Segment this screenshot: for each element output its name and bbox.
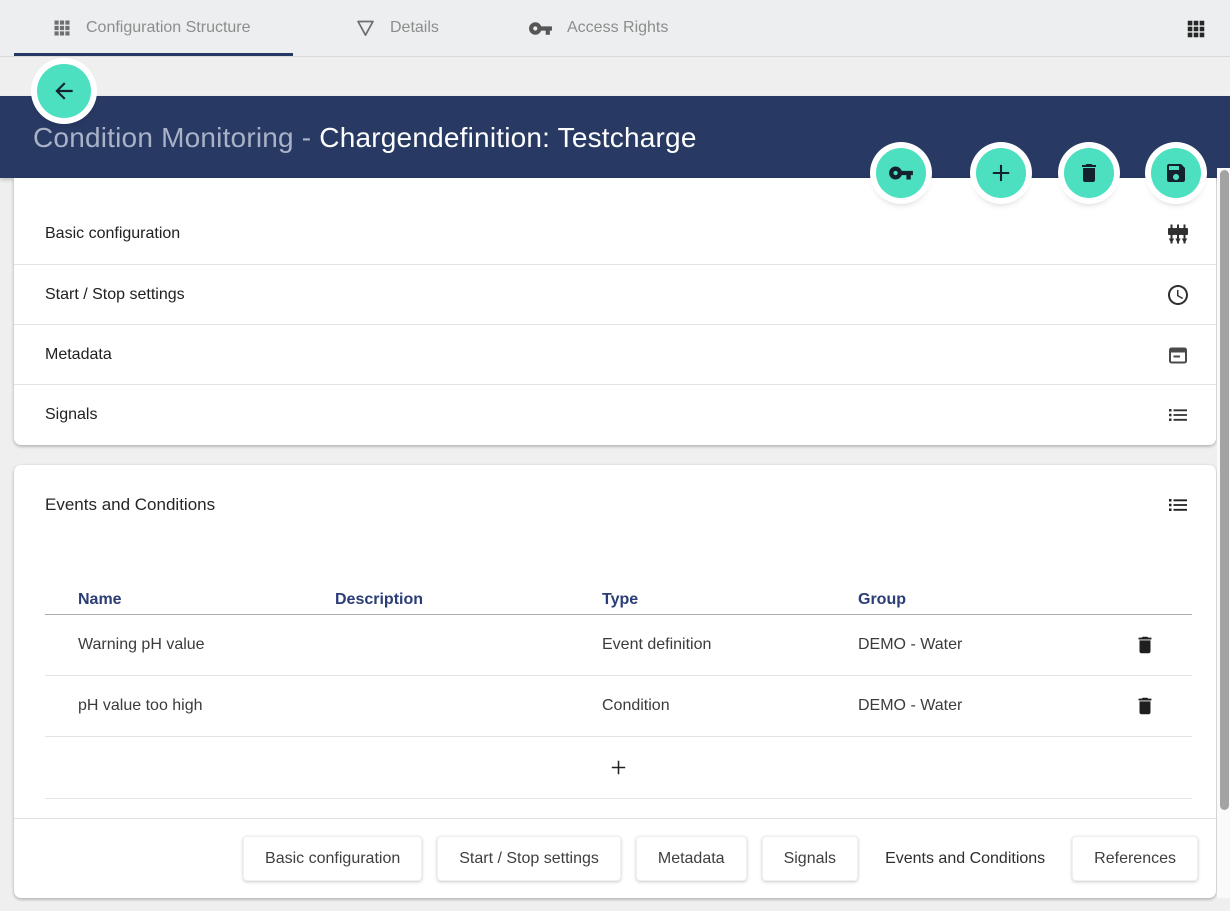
- column-header-type: Type: [602, 591, 858, 609]
- trash-icon: [1077, 161, 1101, 185]
- page-title-prefix: Condition Monitoring -: [33, 122, 319, 153]
- list-icon: [1166, 403, 1190, 427]
- events-table: Name Description Type Group Warning pH v…: [45, 585, 1192, 799]
- key-icon: [528, 16, 553, 41]
- section-basic-configuration[interactable]: Basic configuration: [14, 204, 1216, 264]
- list-icon[interactable]: [1166, 493, 1190, 517]
- cell-type: Event definition: [602, 636, 858, 654]
- arrow-left-icon: [51, 78, 77, 104]
- page-title: Condition Monitoring - Chargendefinition…: [33, 122, 697, 154]
- delete-button[interactable]: [1064, 148, 1114, 198]
- access-rights-button[interactable]: [876, 148, 926, 198]
- events-and-conditions-card: Events and Conditions Name Description T…: [14, 465, 1216, 898]
- add-row-button[interactable]: [603, 752, 634, 783]
- scrollbar-thumb[interactable]: [1220, 170, 1229, 810]
- section-metadata[interactable]: Metadata: [14, 324, 1216, 384]
- footer-button-signals[interactable]: Signals: [762, 836, 858, 881]
- footer-button-references[interactable]: References: [1072, 836, 1198, 881]
- active-tab-indicator: [14, 53, 293, 56]
- section-label: Metadata: [45, 346, 1166, 364]
- column-header-group: Group: [858, 591, 1098, 609]
- plus-icon: [607, 756, 630, 779]
- table-header-row: Name Description Type Group: [45, 585, 1192, 615]
- cell-name: pH value too high: [45, 697, 335, 715]
- tab-access-rights[interactable]: Access Rights: [528, 0, 668, 56]
- tab-label: Details: [390, 19, 439, 37]
- calendar-icon: [1166, 343, 1190, 367]
- sliders-icon: [1166, 222, 1190, 246]
- events-panel-title: Events and Conditions: [45, 495, 1166, 515]
- clock-icon: [1166, 283, 1190, 307]
- grid-icon: [52, 18, 72, 38]
- cell-type: Condition: [602, 697, 858, 715]
- trash-icon: [1134, 695, 1156, 717]
- add-button[interactable]: [976, 148, 1026, 198]
- column-header-name: Name: [45, 591, 335, 609]
- back-button[interactable]: [37, 64, 91, 118]
- save-icon: [1164, 161, 1188, 185]
- footer-button-events-and-conditions[interactable]: Events and Conditions: [873, 836, 1057, 881]
- funnel-icon: [355, 18, 376, 39]
- section-label: Start / Stop settings: [45, 286, 1166, 304]
- page-header: Condition Monitoring - Chargendefinition…: [0, 96, 1230, 178]
- tab-label: Configuration Structure: [86, 19, 251, 37]
- cell-group: DEMO - Water: [858, 697, 1098, 715]
- column-header-description: Description: [335, 591, 602, 609]
- delete-row-button[interactable]: [1132, 693, 1158, 719]
- table-add-row: [45, 737, 1192, 799]
- delete-row-button[interactable]: [1132, 632, 1158, 658]
- cell-group: DEMO - Water: [858, 636, 1098, 654]
- top-tab-bar: Configuration Structure Details Access R…: [0, 0, 1230, 57]
- footer-button-start-stop-settings[interactable]: Start / Stop settings: [437, 836, 621, 881]
- tab-details[interactable]: Details: [355, 0, 439, 56]
- cell-name: Warning pH value: [45, 636, 335, 654]
- plus-icon: [987, 159, 1015, 187]
- tab-configuration-structure[interactable]: Configuration Structure: [52, 0, 251, 56]
- apps-grid-icon[interactable]: [1185, 18, 1207, 40]
- section-label: Signals: [45, 406, 1166, 424]
- footer-button-basic-configuration[interactable]: Basic configuration: [243, 836, 422, 881]
- section-signals[interactable]: Signals: [14, 384, 1216, 444]
- table-row[interactable]: pH value too high Condition DEMO - Water: [45, 676, 1192, 737]
- page-title-main: Chargendefinition: Testcharge: [319, 122, 696, 153]
- table-row[interactable]: Warning pH value Event definition DEMO -…: [45, 615, 1192, 676]
- trash-icon: [1134, 634, 1156, 656]
- section-label: Basic configuration: [45, 225, 1166, 243]
- save-button[interactable]: [1151, 148, 1201, 198]
- configuration-sections-card: Basic configuration Start / Stop setting…: [14, 178, 1216, 445]
- section-start-stop-settings[interactable]: Start / Stop settings: [14, 264, 1216, 324]
- footer-button-metadata[interactable]: Metadata: [636, 836, 747, 881]
- key-icon: [888, 160, 914, 186]
- section-nav-footer: Basic configuration Start / Stop setting…: [14, 819, 1216, 898]
- tab-label: Access Rights: [567, 19, 668, 37]
